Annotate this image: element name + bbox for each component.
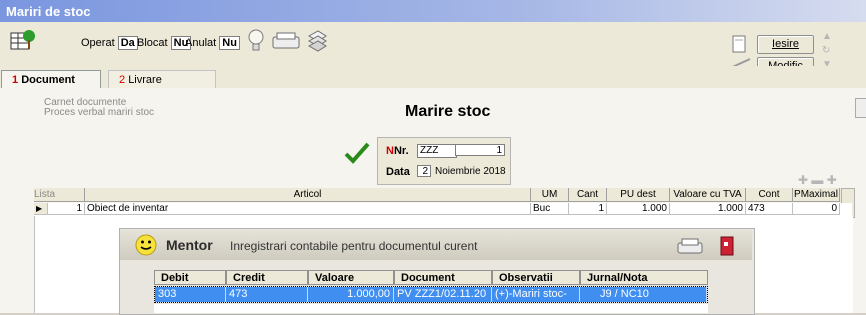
nr-label-text: Nr.	[393, 145, 409, 157]
tab-number: 1	[12, 74, 19, 86]
mcell-credit[interactable]: 473	[226, 287, 308, 302]
mentor-title: Inregistrari contabile pentru documentul…	[230, 239, 478, 253]
col-valoare[interactable]: Valoare cu TVA	[670, 188, 746, 202]
window-title-bar: Mariri de stoc	[0, 0, 866, 22]
operat-value[interactable]: Da	[117, 36, 138, 50]
anulat-value[interactable]: Nu	[219, 36, 240, 50]
cell-valoare[interactable]: 1.000	[670, 203, 746, 215]
smiley-icon	[135, 234, 157, 256]
mcol-observatii[interactable]: Observatii	[492, 270, 580, 285]
mcol-valoare[interactable]: Valoare	[308, 270, 394, 285]
plus-icon[interactable]: ✚	[798, 173, 808, 187]
mcell-debit[interactable]: 303	[155, 287, 226, 302]
data-month-year: Noiembrie 2018	[435, 166, 506, 177]
row-selector-icon[interactable]: ▶	[34, 203, 48, 215]
checkmark-icon[interactable]	[344, 142, 370, 164]
printer-icon[interactable]	[271, 31, 301, 51]
window-title: Mariri de stoc	[6, 4, 91, 19]
col-cont[interactable]: Cont	[746, 188, 793, 202]
arrow-up-icon[interactable]: ▲	[822, 30, 832, 44]
refresh-icon[interactable]: ↻	[822, 44, 832, 58]
operat-flag: Operat Da	[81, 36, 138, 50]
grid-row-tools[interactable]: ✚ ▬ ✚	[798, 173, 837, 187]
tab-label: Livrare	[128, 74, 162, 86]
anulat-flag: Anulat Nu	[185, 36, 240, 50]
iesire-button[interactable]: Iesire	[757, 35, 814, 54]
mcell-document[interactable]: PV ZZZ1/02.11.20	[394, 287, 492, 302]
col-articol[interactable]: Articol	[85, 188, 531, 202]
nr-value-field[interactable]: 1	[455, 144, 505, 156]
mcol-credit[interactable]: Credit	[226, 270, 308, 285]
mcell-observatii[interactable]: (+)-Mariri stoc-	[492, 287, 580, 302]
page-title: Marire stoc	[405, 103, 491, 120]
nr-series-field[interactable]: ZZZ	[417, 144, 457, 158]
col-pmaximal[interactable]: PMaximal	[793, 188, 840, 202]
cell-nr: 1	[48, 203, 85, 215]
tab-number: 2	[119, 74, 126, 86]
cell-articol[interactable]: Obiect de inventar	[85, 203, 531, 215]
col-pu-dest[interactable]: PU dest	[607, 188, 670, 202]
data-day-field[interactable]: 2	[417, 165, 431, 177]
mcol-debit[interactable]: Debit	[154, 270, 226, 285]
tree-table-icon[interactable]	[10, 27, 36, 53]
anulat-label: Anulat	[185, 37, 217, 49]
minus-icon[interactable]: ▬	[811, 173, 823, 187]
data-label: Data	[386, 166, 410, 178]
tab-livrare[interactable]: 2 Livrare	[108, 70, 216, 89]
blocat-label: Blocat	[137, 37, 168, 49]
operat-label: Operat	[81, 37, 115, 49]
mcol-document[interactable]: Document	[394, 270, 492, 285]
cell-cant[interactable]: 1	[569, 203, 607, 215]
cell-pmaximal[interactable]: 0	[793, 203, 840, 215]
col-lista[interactable]: Lista	[34, 188, 85, 202]
side-tool-icon[interactable]	[855, 98, 866, 118]
blocat-flag: Blocat Nu	[137, 36, 192, 50]
document-links: Carnet documente Proces verbal mariri st…	[44, 98, 154, 118]
mcol-jurnal[interactable]: Jurnal/Nota	[580, 270, 708, 285]
col-cant[interactable]: Cant	[569, 188, 607, 202]
cell-um[interactable]: Buc	[531, 203, 569, 215]
stack-pages-icon[interactable]	[306, 28, 328, 52]
mentor-grid-body	[154, 304, 708, 313]
tab-label: Document	[21, 74, 75, 86]
iesire-label: Iesire	[772, 38, 799, 50]
mcell-valoare[interactable]: 1.000,00	[308, 287, 394, 302]
mentor-brand: Mentor	[166, 237, 213, 253]
move-icon[interactable]: ✚	[827, 173, 837, 187]
tab-document[interactable]: 1 Document	[1, 70, 101, 89]
lightbulb-icon[interactable]	[247, 28, 265, 54]
exit-door-icon[interactable]	[720, 236, 734, 256]
cell-cont[interactable]: 473	[746, 203, 793, 215]
col-um[interactable]: UM	[531, 188, 569, 202]
mcell-jurnal[interactable]: J9 / NC10	[580, 287, 707, 302]
printer-icon[interactable]	[676, 237, 704, 255]
grid-header: Lista Articol UM Cant PU dest Valoare cu…	[34, 188, 852, 202]
proces-verbal-link[interactable]: Proces verbal mariri stoc	[44, 108, 154, 118]
cell-pu-dest[interactable]: 1.000	[607, 203, 670, 215]
table-row[interactable]: ▶ 1 Obiect de inventar Buc 1 1.000 1.000…	[34, 203, 852, 216]
nr-label: NNr.	[386, 145, 409, 157]
document-icon[interactable]	[732, 35, 746, 53]
